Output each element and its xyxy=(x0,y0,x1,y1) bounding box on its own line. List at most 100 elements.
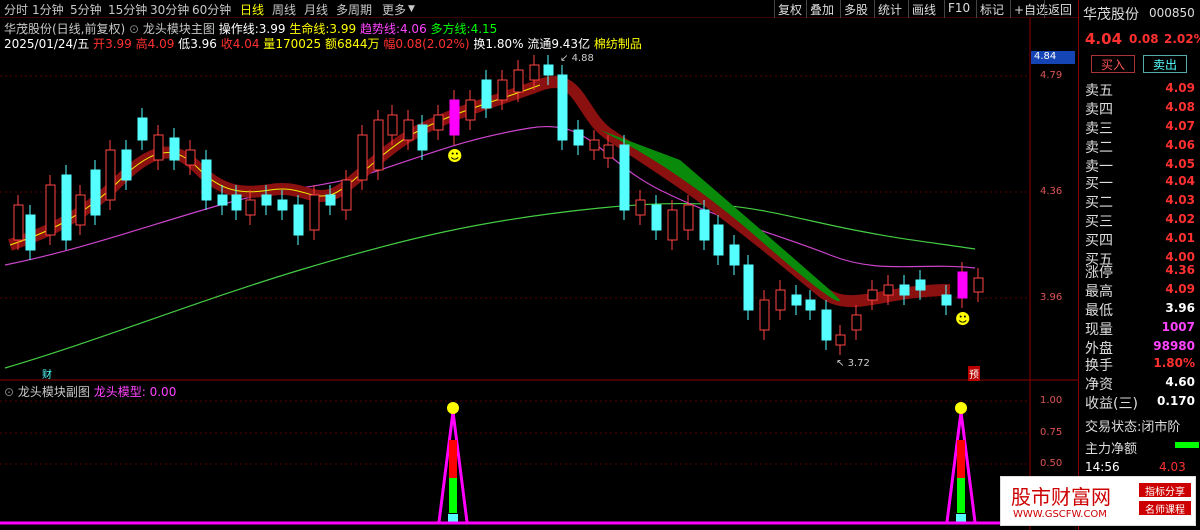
smile-icon xyxy=(955,402,967,414)
bid-value: 4.01 xyxy=(1165,231,1195,245)
stat-value: 1007 xyxy=(1161,320,1195,334)
low-annotation: ↖ 3.72 xyxy=(836,358,870,369)
main-flow-label: 主力净额 xyxy=(1085,442,1138,457)
bid-label: 买二 xyxy=(1085,195,1113,211)
ask-value: 4.06 xyxy=(1165,138,1195,152)
candle xyxy=(137,117,148,141)
candle xyxy=(245,199,256,216)
bid-row: 买三 4.02 xyxy=(1079,211,1200,230)
gear-icon[interactable]: ⊙ xyxy=(4,385,14,399)
bid-label: 买一 xyxy=(1085,176,1113,192)
stat-label: 最低 xyxy=(1085,303,1113,319)
panel-pct: 2.02% xyxy=(1164,32,1200,46)
current-price-tag: 4.84 xyxy=(1031,51,1075,64)
candle xyxy=(449,99,460,136)
stat2-row: 收益(三) 0.170 xyxy=(1079,393,1200,412)
candle xyxy=(105,149,116,201)
candle xyxy=(957,271,968,299)
watermark-url: WWW.GSCFW.COM xyxy=(1013,509,1107,520)
forecast-marker[interactable]: 预 xyxy=(968,366,980,381)
candle xyxy=(417,124,428,151)
candle xyxy=(941,294,952,306)
bid-row: 买一 4.04 xyxy=(1079,173,1200,192)
candle xyxy=(481,79,492,109)
bid-row: 买四 4.01 xyxy=(1079,230,1200,249)
candle xyxy=(387,114,398,136)
watermark: 股市财富网 指标分享 名师课程 WWW.GSCFW.COM xyxy=(1000,476,1196,526)
candle xyxy=(529,64,540,81)
bid-value: 4.02 xyxy=(1165,212,1195,226)
stat2-value: 0.170 xyxy=(1157,394,1195,408)
candle xyxy=(603,144,614,159)
smile-icon xyxy=(447,402,459,414)
candle xyxy=(743,264,754,311)
buy-button[interactable]: 买入 xyxy=(1091,55,1135,73)
stat-label: 现量 xyxy=(1085,322,1113,338)
stat2-label: 换手 xyxy=(1085,358,1113,374)
sub-ind-value: 0.00 xyxy=(149,385,177,399)
bid-value: 4.03 xyxy=(1165,193,1195,207)
sub-title[interactable]: 龙头模块副图 xyxy=(18,385,90,399)
candle xyxy=(497,79,508,101)
stat-row: 外盘 98980 xyxy=(1079,338,1200,357)
axis-label-479: 4.79 xyxy=(1040,70,1063,81)
candle xyxy=(683,204,694,231)
candle xyxy=(185,149,196,166)
high-annotation: ↙ 4.88 xyxy=(560,53,594,64)
candle xyxy=(373,119,384,171)
candle xyxy=(821,309,832,341)
candle xyxy=(791,294,802,306)
stat-value: 4.36 xyxy=(1165,263,1195,277)
candle xyxy=(513,69,524,93)
panel-change: 0.08 xyxy=(1129,32,1159,46)
candle xyxy=(589,139,600,151)
watermark-title: 股市财富网 xyxy=(1011,485,1111,509)
ask-row: 卖一 4.05 xyxy=(1079,156,1200,175)
candle xyxy=(775,289,786,311)
axis-label-436: 4.36 xyxy=(1040,186,1063,197)
smile-icon: ☻ xyxy=(955,310,971,328)
watermark-tag2: 名师课程 xyxy=(1139,501,1191,516)
candle xyxy=(231,194,242,211)
quote-panel: 华茂股份 000850 4.04 0.08 2.02% 买入 卖出 卖五 4.09… xyxy=(1078,0,1200,530)
candle xyxy=(217,194,228,206)
candle xyxy=(573,129,584,146)
candle xyxy=(899,284,910,296)
candle xyxy=(121,149,132,181)
candle xyxy=(667,209,678,241)
ask-label: 卖五 xyxy=(1085,83,1113,99)
bid-row: 买二 4.03 xyxy=(1079,192,1200,211)
signal-bar xyxy=(449,478,457,513)
candle xyxy=(75,194,86,226)
candle xyxy=(973,277,984,293)
stat2-row: 换手 1.80% xyxy=(1079,355,1200,374)
candle xyxy=(61,174,72,241)
candle xyxy=(557,74,568,141)
sub-header: ⊙ 龙头模块副图 龙头模型: 0.00 xyxy=(4,383,176,400)
kline-chart[interactable] xyxy=(0,0,1078,530)
sub-axis-05: 0.50 xyxy=(1040,458,1063,469)
candle xyxy=(309,194,320,231)
panel-stock-name: 华茂股份 xyxy=(1083,7,1139,23)
candle xyxy=(293,204,304,236)
candle xyxy=(915,279,926,291)
ask-value: 4.08 xyxy=(1165,100,1195,114)
finance-marker[interactable]: 财 xyxy=(42,366,52,381)
stat2-row: 净资 4.60 xyxy=(1079,374,1200,393)
stat-label: 最高 xyxy=(1085,284,1113,300)
tick-price: 4.03 xyxy=(1159,460,1186,474)
panel-stock-code: 000850 xyxy=(1149,6,1195,20)
trade-status: 交易状态:闭市阶 xyxy=(1085,420,1181,435)
signal-bar xyxy=(449,440,457,478)
candle xyxy=(153,134,164,161)
candle xyxy=(433,114,444,131)
sub-axis-1: 1.00 xyxy=(1040,395,1063,406)
tick-time: 14:56 xyxy=(1085,460,1120,474)
sell-button[interactable]: 卖出 xyxy=(1143,55,1187,73)
ask-value: 4.05 xyxy=(1165,157,1195,171)
stat-value: 98980 xyxy=(1153,339,1195,353)
ask-value: 4.09 xyxy=(1165,81,1195,95)
stat-row: 最低 3.96 xyxy=(1079,300,1200,319)
sub-ind-label: 龙头模型: xyxy=(93,385,146,399)
ask-row: 卖五 4.09 xyxy=(1079,80,1200,99)
